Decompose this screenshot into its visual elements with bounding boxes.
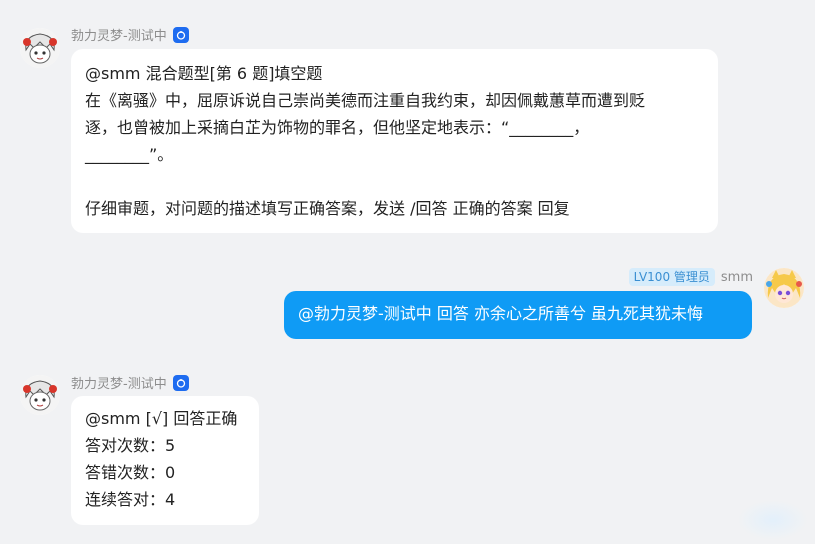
anime-girl-avatar-icon xyxy=(764,268,804,308)
bot-avatar[interactable] xyxy=(20,375,60,415)
message-line: 在《离骚》中，屈原诉说自己崇尚美德而注重自我约束，却因佩戴蕙草而遭到贬 xyxy=(85,91,646,110)
self-message-bubble[interactable]: @勃力灵梦-测试中 回答 亦余心之所善兮 虽九死其犹未悔 xyxy=(284,291,752,339)
message-line: 连续答对：4 xyxy=(85,490,176,509)
bot-badge-icon xyxy=(172,26,189,43)
message-line xyxy=(85,168,704,195)
bot-sender-line: 勃力灵梦-测试中 xyxy=(71,373,189,392)
bot-badge-icon xyxy=(172,374,189,391)
self-sender-name[interactable]: smm xyxy=(721,270,753,285)
self-sender-line: LV100 管理员 smm xyxy=(628,268,753,286)
message-line: @smm [√] 回答正确 xyxy=(85,409,238,428)
message-line: 答对次数：5 xyxy=(85,436,176,455)
message-line: 仔细审题，对问题的描述填写正确答案，发送 /回答 正确的答案 回复 xyxy=(85,199,570,218)
self-message-text: @勃力灵梦-测试中 回答 亦余心之所善兮 虽九死其犹未悔 xyxy=(298,304,704,323)
level-badge: LV100 管理员 xyxy=(628,268,715,286)
bot-message-bubble[interactable]: @smm 混合题型[第 6 题]填空题 在《离骚》中，屈原诉说自己崇尚美德而注重… xyxy=(71,49,718,233)
bot-sender-name[interactable]: 勃力灵梦-测试中 xyxy=(71,25,167,44)
bot-message-bubble[interactable]: @smm [√] 回答正确 答对次数：5 答错次数：0 连续答对：4 xyxy=(71,396,259,525)
self-avatar[interactable] xyxy=(764,268,804,308)
scroll-glow xyxy=(738,500,808,540)
message-line: ________”。 xyxy=(85,145,174,164)
bot-avatar[interactable] xyxy=(20,28,60,68)
robot-girl-avatar-icon xyxy=(20,28,60,68)
message-line: 逐，也曾被加上采摘白芷为饰物的罪名，但他坚定地表示：“________， xyxy=(85,118,590,137)
bot-sender-line: 勃力灵梦-测试中 xyxy=(71,25,189,44)
message-line: @smm 混合题型[第 6 题]填空题 xyxy=(85,64,323,83)
message-line: 答错次数：0 xyxy=(85,463,176,482)
robot-girl-avatar-icon xyxy=(20,375,60,415)
bot-sender-name[interactable]: 勃力灵梦-测试中 xyxy=(71,373,167,392)
